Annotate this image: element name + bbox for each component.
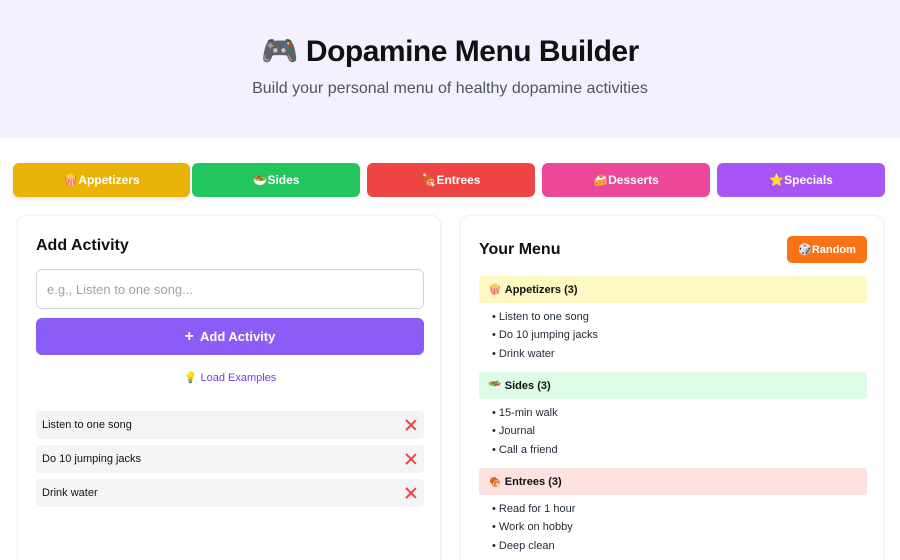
cake-icon: 🍰 xyxy=(593,173,609,187)
activity-row: Do 10 jumping jacks xyxy=(36,445,424,473)
menu-item-text: Deep clean xyxy=(498,540,555,552)
tab-entrees[interactable]: 🍖 Entrees xyxy=(367,163,535,197)
your-menu-panel: Your Menu 🎲Random 🍿 Appetizers (3) • Lis… xyxy=(460,215,884,560)
menu-item-text: Work on hobby xyxy=(498,521,573,533)
tab-specials[interactable]: ⭐ Specials xyxy=(717,163,885,197)
section-name: Entrees xyxy=(504,475,546,488)
popcorn-icon: 🍿 xyxy=(488,283,502,296)
popcorn-icon: 🍿 xyxy=(63,173,79,187)
close-icon[interactable] xyxy=(404,452,418,466)
close-icon[interactable] xyxy=(404,486,418,500)
menu-section-appetizers: 🍿 Appetizers (3) xyxy=(479,276,867,303)
section-count: (3) xyxy=(548,475,562,488)
category-tabs: 🍿 Appetizers 🥗 Sides 🍖 Entrees 🍰 Desserts ⭐ S… xyxy=(13,163,885,197)
menu-item-text: Call a friend xyxy=(498,444,558,456)
add-activity-button[interactable]: + Add Activity xyxy=(36,318,424,355)
tab-label: Desserts xyxy=(608,173,659,187)
menu-item: • 15-min walk xyxy=(492,407,558,419)
page-title: 🎮 Dopamine Menu Builder xyxy=(0,34,900,69)
section-name: Sides xyxy=(504,379,535,392)
section-count: (3) xyxy=(537,379,551,392)
dice-icon: 🎲 xyxy=(798,243,812,256)
page-title-text: Dopamine Menu Builder xyxy=(305,35,639,68)
menu-item: • Listen to one song xyxy=(492,311,589,323)
menu-item-text: Journal xyxy=(498,425,535,437)
lightbulb-icon: 💡 xyxy=(183,371,198,384)
section-name: Appetizers xyxy=(504,283,562,296)
menu-item: • Drink water xyxy=(492,348,555,360)
tab-label: Entrees xyxy=(436,173,481,187)
load-examples-link[interactable]: 💡 Load Examples xyxy=(36,371,424,384)
activity-row: Listen to one song xyxy=(36,411,424,439)
plus-icon: + xyxy=(184,327,194,345)
salad-icon: 🥗 xyxy=(488,379,502,392)
menu-item-text: Read for 1 hour xyxy=(498,503,576,515)
activity-label: Do 10 jumping jacks xyxy=(42,453,142,465)
menu-item-text: 15-min walk xyxy=(498,407,558,419)
menu-item: • Journal xyxy=(492,425,535,437)
close-icon[interactable] xyxy=(404,418,418,432)
page-subtitle: Build your personal menu of healthy dopa… xyxy=(252,80,648,97)
activity-input[interactable] xyxy=(36,269,424,309)
menu-item-text: Listen to one song xyxy=(498,311,589,323)
tab-label: Appetizers xyxy=(78,173,140,187)
menu-item: • Deep clean xyxy=(492,540,555,552)
add-activity-panel: Add Activity + Add Activity 💡 Load Examp… xyxy=(17,215,441,560)
gamepad-icon: 🎮 xyxy=(261,34,299,69)
random-button-label: Random xyxy=(811,244,856,256)
section-count: (3) xyxy=(564,283,578,296)
menu-item-text: Drink water xyxy=(498,348,555,360)
salad-icon: 🥗 xyxy=(252,173,268,187)
star-icon: ⭐ xyxy=(769,173,785,187)
tab-sides[interactable]: 🥗 Sides xyxy=(192,163,360,197)
tab-desserts[interactable]: 🍰 Desserts xyxy=(542,163,710,197)
add-activity-title: Add Activity xyxy=(36,237,129,254)
your-menu-title: Your Menu xyxy=(479,241,561,258)
tab-label: Specials xyxy=(784,173,833,187)
menu-item: • Call a friend xyxy=(492,444,558,456)
meat-icon: 🍖 xyxy=(421,173,437,187)
activity-label: Drink water xyxy=(42,487,98,499)
menu-item-text: Do 10 jumping jacks xyxy=(498,329,598,341)
menu-item: • Do 10 jumping jacks xyxy=(492,329,598,341)
menu-section-sides: 🥗 Sides (3) xyxy=(479,372,867,399)
add-activity-button-label: Add Activity xyxy=(199,329,276,344)
activity-row: Drink water xyxy=(36,479,424,507)
menu-section-entrees: 🍖 Entrees (3) xyxy=(479,468,867,495)
meat-icon: 🍖 xyxy=(488,475,502,488)
activity-label: Listen to one song xyxy=(42,419,132,431)
random-button[interactable]: 🎲Random xyxy=(787,236,867,263)
tab-appetizers[interactable]: 🍿 Appetizers xyxy=(13,163,190,197)
menu-item: • Work on hobby xyxy=(492,521,573,533)
header-banner: 🎮 Dopamine Menu Builder Build your perso… xyxy=(0,0,900,138)
menu-item: • Read for 1 hour xyxy=(492,503,576,515)
tab-label: Sides xyxy=(267,173,300,187)
load-examples-label: Load Examples xyxy=(200,372,277,384)
